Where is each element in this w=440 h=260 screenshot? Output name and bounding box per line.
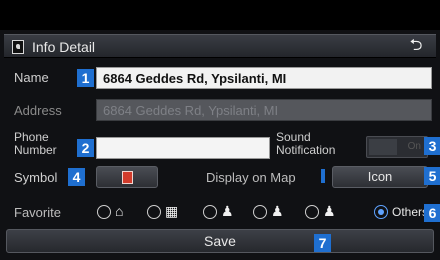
office-icon: ▦: [165, 203, 179, 219]
display-on-map-button[interactable]: Icon: [332, 166, 428, 188]
callout-badge-1: 1: [77, 69, 94, 87]
symbol-label: Symbol: [14, 170, 58, 185]
favorite-radio-person-1[interactable]: [203, 205, 217, 219]
phone-label-line2: Number: [14, 143, 57, 157]
person-3-icon: ♟: [323, 203, 336, 219]
address-label: Address: [14, 103, 62, 118]
home-icon: ⌂: [115, 203, 124, 219]
status-bar: [0, 0, 440, 30]
callout-badge-7: 7: [314, 234, 331, 252]
info-detail-screen: Info Detail ⮌ Name 1 6864 Geddes Rd, Yps…: [0, 0, 440, 260]
favorite-radio-others[interactable]: [374, 205, 388, 219]
favorite-radio-office[interactable]: [147, 205, 161, 219]
sound-label-line1: Sound: [276, 130, 311, 144]
callout-badge-6: 6: [424, 204, 440, 222]
person-1-icon: ♟: [221, 203, 234, 219]
callout-badge-5: 5: [424, 167, 440, 185]
address-field: 6864 Geddes Rd, Ypsilanti, MI: [96, 99, 432, 121]
display-on-map-label: Display on Map: [206, 170, 296, 185]
toggle-state: On: [407, 141, 421, 152]
name-label: Name: [14, 70, 49, 85]
map-marker-indicator: [321, 169, 325, 183]
header-bar: Info Detail ⮌: [4, 34, 436, 58]
name-field[interactable]: 6864 Geddes Rd, Ypsilanti, MI: [96, 67, 432, 89]
favorite-label: Favorite: [14, 205, 61, 220]
toggle-knob: [369, 139, 397, 155]
page-title: Info Detail: [32, 39, 96, 55]
callout-badge-4: 4: [68, 168, 85, 186]
location-document-icon: [12, 40, 24, 54]
favorite-radio-person-3[interactable]: [305, 205, 319, 219]
save-button[interactable]: Save: [6, 229, 434, 253]
callout-badge-2: 2: [77, 139, 94, 157]
back-button[interactable]: ⮌: [402, 37, 430, 55]
person-2-icon: ♟: [271, 203, 284, 219]
sound-label-line2: Notification: [276, 143, 336, 157]
phone-label-line1: Phone: [14, 130, 49, 144]
phone-number-field[interactable]: [96, 137, 270, 159]
location-symbol-icon: [122, 171, 133, 184]
others-label: Others: [392, 205, 429, 219]
symbol-button[interactable]: [96, 166, 158, 188]
favorite-radio-home[interactable]: [97, 205, 111, 219]
callout-badge-3: 3: [424, 137, 440, 155]
favorite-radio-person-2[interactable]: [253, 205, 267, 219]
sound-notification-toggle[interactable]: On: [366, 136, 428, 158]
